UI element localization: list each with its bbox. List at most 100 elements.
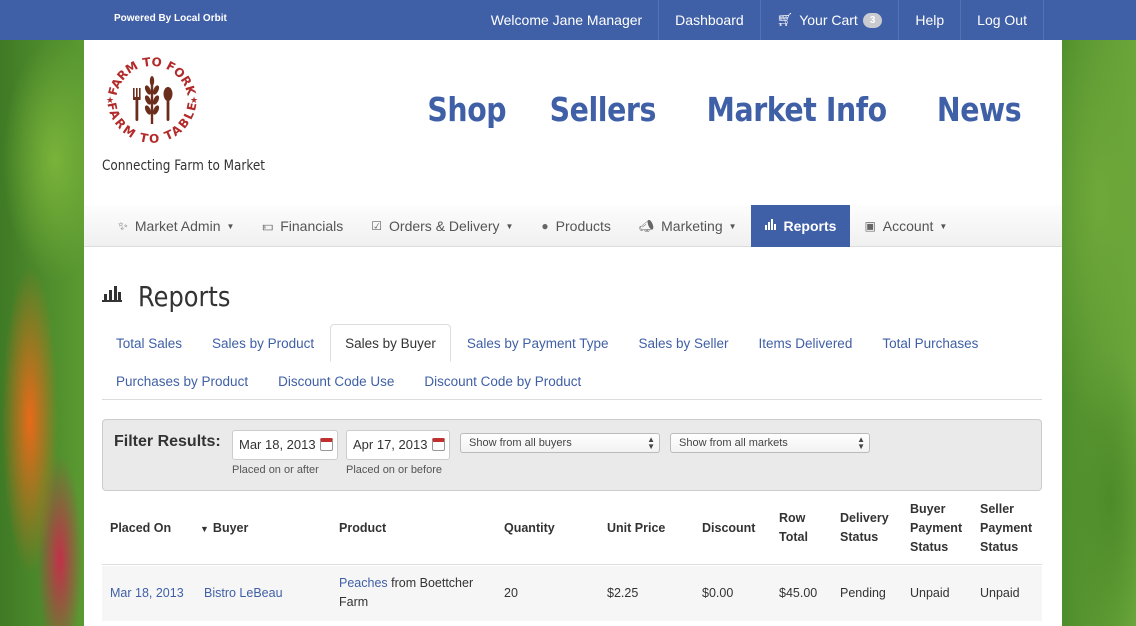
tab-discount-code-by-product[interactable]: Discount Code by Product bbox=[410, 362, 595, 400]
wand-icon: ✨︎ bbox=[118, 218, 128, 233]
markets-select-value: Show from all markets bbox=[679, 437, 788, 449]
tab-items-delivered[interactable]: Items Delivered bbox=[745, 324, 867, 362]
help-link[interactable]: Help bbox=[898, 0, 960, 40]
col-delivery-line1: Delivery bbox=[840, 511, 889, 525]
bar-chart-icon bbox=[102, 286, 122, 307]
nav-shop[interactable]: Shop bbox=[428, 90, 507, 129]
account-label: Account bbox=[882, 218, 934, 234]
col-placed-on[interactable]: Placed On bbox=[110, 519, 171, 538]
report-tabs: Total Sales Sales by Product Sales by Bu… bbox=[102, 324, 1042, 400]
select-arrows-icon: ▲ ▼ bbox=[647, 435, 655, 451]
megaphone-icon: 📣︎ bbox=[638, 219, 655, 233]
page-title-block: Reports bbox=[102, 280, 245, 313]
top-nav: Welcome Jane Manager Dashboard 🛒︎ Your C… bbox=[475, 0, 1044, 40]
col-delivery-line2: Status bbox=[840, 530, 879, 544]
admin-nav: ✨︎ Market Admin ▼ 💵︎ Financials ☑ Orders… bbox=[84, 205, 1062, 247]
start-date-hint: Placed on or after bbox=[232, 464, 319, 476]
money-icon: 💵︎ bbox=[262, 218, 274, 233]
reports-label: Reports bbox=[783, 218, 837, 234]
col-buyer-payment-status[interactable]: Buyer Payment Status bbox=[910, 500, 962, 557]
col-buyer-label: Buyer bbox=[212, 521, 249, 535]
farm-to-fork-logo[interactable]: FARM TO FORK FARM TO TABLE ★ ★ bbox=[102, 50, 202, 150]
cell-buyer[interactable]: Bistro LeBeau bbox=[204, 584, 283, 603]
admin-nav-account[interactable]: ▣ Account ▼ bbox=[850, 205, 961, 247]
cell-quantity: 20 bbox=[504, 586, 518, 600]
col-seller-pay-line2: Payment bbox=[980, 521, 1033, 535]
admin-nav-products[interactable]: ● Products bbox=[527, 205, 625, 247]
cell-unit-price: $2.25 bbox=[607, 586, 639, 600]
dashboard-link[interactable]: Dashboard bbox=[658, 0, 760, 40]
col-buyer[interactable]: ▼ Buyer bbox=[200, 519, 248, 539]
product-seller-text: from Boettcher bbox=[387, 576, 474, 590]
admin-nav-financials[interactable]: 💵︎ Financials bbox=[248, 205, 357, 247]
end-date-input[interactable]: Apr 17, 2013 bbox=[346, 430, 450, 460]
end-date-value: Apr 17, 2013 bbox=[353, 437, 428, 452]
product-link[interactable]: Peaches bbox=[339, 576, 388, 590]
tab-purchases-by-product[interactable]: Purchases by Product bbox=[102, 362, 262, 400]
tab-total-sales[interactable]: Total Sales bbox=[102, 324, 196, 362]
admin-nav-market-admin[interactable]: ✨︎ Market Admin ▼ bbox=[104, 205, 248, 247]
col-product[interactable]: Product bbox=[339, 519, 386, 538]
marketing-label: Marketing bbox=[661, 218, 723, 234]
caret-down-icon: ▼ bbox=[505, 221, 514, 231]
markets-select[interactable]: Show from all markets ▲ ▼ bbox=[670, 433, 870, 453]
col-seller-pay-line1: Seller bbox=[980, 502, 1015, 516]
tab-total-purchases[interactable]: Total Purchases bbox=[868, 324, 992, 362]
cart-icon: 🛒︎ bbox=[776, 12, 794, 27]
cell-row-total: $45.00 bbox=[779, 586, 818, 600]
cart-link[interactable]: 🛒︎ Your Cart 3 bbox=[759, 0, 899, 40]
cell-placed-on[interactable]: Mar 18, 2013 bbox=[110, 584, 184, 603]
buyers-select[interactable]: Show from all buyers ▲ ▼ bbox=[460, 433, 660, 453]
nav-sellers[interactable]: Sellers bbox=[550, 90, 657, 129]
tab-sales-by-payment-type[interactable]: Sales by Payment Type bbox=[453, 324, 623, 362]
calendar-icon[interactable] bbox=[432, 438, 445, 451]
caret-down-icon: ▼ bbox=[728, 221, 737, 231]
cart-count-badge: 3 bbox=[862, 12, 883, 28]
product-seller-text-2: Farm bbox=[339, 595, 369, 609]
col-quantity[interactable]: Quantity bbox=[504, 519, 555, 538]
start-date-input[interactable]: Mar 18, 2013 bbox=[232, 430, 338, 460]
svg-text:★: ★ bbox=[106, 95, 114, 105]
tab-sales-by-seller[interactable]: Sales by Seller bbox=[625, 324, 743, 362]
col-seller-payment-status[interactable]: Seller Payment Status bbox=[980, 500, 1032, 557]
caret-down-icon: ▼ bbox=[226, 221, 235, 231]
tab-discount-code-use[interactable]: Discount Code Use bbox=[264, 362, 408, 400]
tab-sales-by-product[interactable]: Sales by Product bbox=[198, 324, 328, 362]
caret-down-icon: ▼ bbox=[939, 221, 948, 231]
orders-label: Orders & Delivery bbox=[389, 218, 500, 234]
cell-buyer-payment-status: Unpaid bbox=[910, 586, 950, 600]
end-date-hint: Placed on or before bbox=[346, 464, 443, 476]
col-delivery-status[interactable]: Delivery Status bbox=[840, 509, 889, 547]
col-seller-pay-line3: Status bbox=[980, 540, 1019, 554]
calendar-icon[interactable] bbox=[320, 438, 333, 451]
col-row-total[interactable]: Row Total bbox=[779, 509, 808, 547]
logout-link[interactable]: Log Out bbox=[960, 0, 1044, 40]
site-header: FARM TO FORK FARM TO TABLE ★ ★ Connectin… bbox=[84, 40, 1062, 205]
col-buyer-pay-line1: Buyer bbox=[910, 502, 946, 516]
tagline: Connecting Farm to Market bbox=[102, 158, 266, 174]
table-row: Mar 18, 2013 Bistro LeBeau Peaches from … bbox=[102, 566, 1042, 621]
tab-sales-by-buyer[interactable]: Sales by Buyer bbox=[330, 324, 451, 362]
admin-nav-marketing[interactable]: 📣︎ Marketing ▼ bbox=[625, 205, 751, 247]
select-arrows-icon: ▲ ▼ bbox=[857, 435, 865, 451]
admin-nav-reports[interactable]: Reports bbox=[750, 205, 851, 247]
cell-seller-payment-status: Unpaid bbox=[980, 586, 1020, 600]
cell-discount: $0.00 bbox=[702, 586, 734, 600]
products-label: Products bbox=[555, 218, 611, 234]
welcome-link[interactable]: Welcome Jane Manager bbox=[475, 0, 658, 40]
col-unit-price[interactable]: Unit Price bbox=[607, 519, 665, 538]
svg-text:★: ★ bbox=[190, 95, 198, 105]
nav-market-info[interactable]: Market Info bbox=[707, 90, 888, 129]
start-date-value: Mar 18, 2013 bbox=[239, 437, 316, 452]
top-bar: Powered By Local Orbit Welcome Jane Mana… bbox=[0, 0, 1136, 40]
apple-icon: ● bbox=[541, 219, 549, 233]
nav-news[interactable]: News bbox=[937, 90, 1022, 129]
admin-nav-orders[interactable]: ☑ Orders & Delivery ▼ bbox=[357, 205, 527, 247]
filter-label: Filter Results: bbox=[114, 433, 221, 450]
powered-by-text[interactable]: Powered By Local Orbit bbox=[114, 13, 227, 24]
col-discount[interactable]: Discount bbox=[702, 519, 755, 538]
market-admin-label: Market Admin bbox=[134, 218, 221, 234]
financials-label: Financials bbox=[280, 218, 344, 234]
report-table: Placed On ▼ Buyer Product Quantity Unit P… bbox=[102, 491, 1042, 621]
cell-delivery-status: Pending bbox=[840, 586, 886, 600]
